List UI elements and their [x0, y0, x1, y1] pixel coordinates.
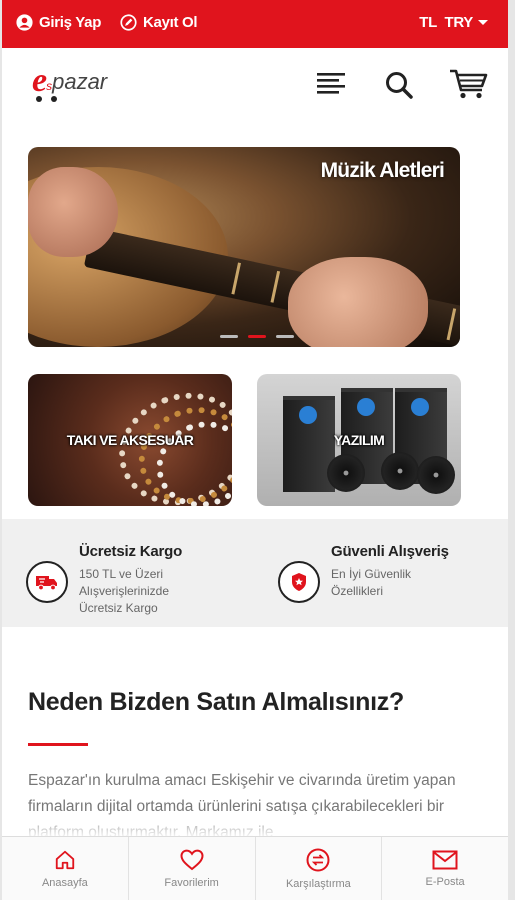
shield-icon [278, 561, 320, 603]
nav-label: Anasayfa [41, 876, 88, 889]
hero-banner[interactable]: Müzik Aletleri [28, 147, 460, 347]
logo-text: pazar [52, 69, 108, 94]
hero-title: Müzik Aletleri [320, 159, 445, 182]
nav-label: Favorilerim [164, 876, 219, 889]
logo-wheels [36, 96, 57, 102]
heart-icon [180, 849, 204, 870]
disc-image [381, 452, 419, 490]
hand-image [28, 167, 118, 257]
category-tile-jewelry[interactable]: TAKI VE AKSESUAR [28, 374, 232, 506]
cart-button[interactable] [449, 68, 489, 105]
bottom-navigation: Anasayfa Favorilerim Karşılaştırma E-Pos… [2, 836, 508, 900]
pencil-icon [120, 14, 137, 31]
page-frame: Giriş Yap Kayıt Ol TL TRY e s pazar Müzi… [2, 0, 508, 900]
disc-image [327, 454, 365, 492]
nav-label: Karşılaştırma [285, 877, 351, 890]
feature-title: Ücretsiz Kargo [79, 543, 183, 560]
nav-label: E-Posta [425, 875, 465, 888]
carousel-dot[interactable] [276, 335, 294, 338]
logo-mark: e [32, 62, 48, 99]
category-label: YAZILIM [333, 432, 385, 448]
mail-icon [432, 850, 458, 869]
menu-button[interactable] [316, 70, 346, 101]
compare-icon [306, 848, 330, 871]
top-bar: Giriş Yap Kayıt Ol TL TRY [2, 0, 508, 48]
carousel-dot[interactable] [220, 335, 238, 338]
category-label: TAKI VE AKSESUAR [66, 432, 194, 448]
logo[interactable]: e s pazar [32, 62, 108, 102]
login-link[interactable]: Giriş Yap [16, 14, 101, 31]
section-heading: Neden Bizden Satın Almalısınız? [28, 688, 404, 716]
nav-item-favorites[interactable]: Favorilerim [129, 837, 256, 900]
currency-label: TL TRY [419, 14, 473, 31]
feature-title: Güvenli Alışveriş [331, 543, 449, 560]
register-link[interactable]: Kayıt Ol [120, 14, 198, 31]
login-label: Giriş Yap [39, 14, 102, 31]
carousel-indicators [220, 335, 294, 338]
nav-item-email[interactable]: E-Posta [382, 837, 508, 900]
menu-icon [317, 73, 345, 94]
home-icon [55, 850, 75, 869]
search-button[interactable] [384, 70, 414, 105]
heading-underline [28, 743, 88, 746]
feature-text: 150 TL ve Üzeri Alışverişlerinizde Ücret… [79, 567, 170, 615]
caret-down-icon [478, 20, 488, 25]
category-tile-software[interactable]: YAZILIM [257, 374, 461, 506]
carousel-dot-active[interactable] [248, 335, 266, 338]
nav-item-home[interactable]: Anasayfa [2, 837, 129, 900]
feature-secure-shopping: Güvenli Alışveriş En İyi Güvenlik Özelli… [278, 543, 449, 603]
disc-image [417, 456, 455, 494]
content-fade [2, 810, 508, 836]
feature-text: En İyi Güvenlik Özellikleri [331, 567, 412, 598]
register-label: Kayıt Ol [143, 14, 198, 31]
site-header: e s pazar [2, 48, 508, 128]
nav-item-compare[interactable]: Karşılaştırma [256, 837, 383, 900]
features-section: Ücretsiz Kargo 150 TL ve Üzeri Alışveriş… [2, 519, 508, 627]
feature-free-shipping: Ücretsiz Kargo 150 TL ve Üzeri Alışveriş… [26, 543, 199, 617]
search-icon [386, 72, 413, 99]
hand-image [288, 257, 428, 347]
currency-selector[interactable]: TL TRY [419, 14, 488, 31]
user-icon [16, 14, 33, 31]
cart-icon [450, 69, 488, 99]
truck-icon [26, 561, 68, 603]
